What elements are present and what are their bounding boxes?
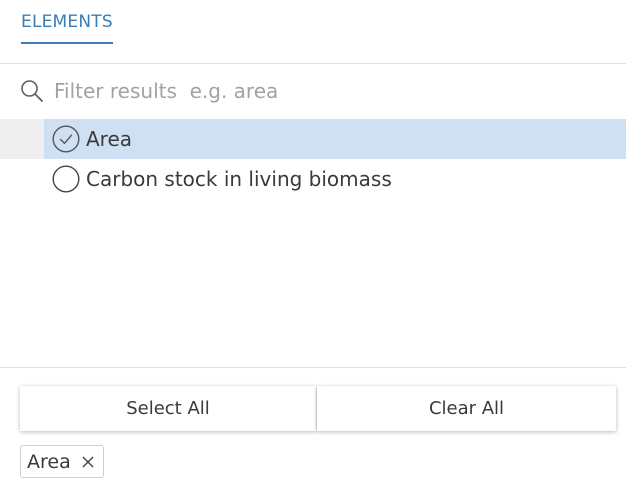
search-icon bbox=[21, 80, 43, 102]
filter-input[interactable] bbox=[54, 76, 594, 106]
results-list: Area Carbon stock in living biomass bbox=[0, 119, 626, 368]
check-circle-icon[interactable] bbox=[52, 125, 80, 153]
close-icon[interactable] bbox=[81, 455, 95, 469]
list-item-label: Carbon stock in living biomass bbox=[86, 167, 392, 191]
clear-all-button[interactable]: Clear All bbox=[317, 386, 616, 431]
select-all-button[interactable]: Select All bbox=[20, 386, 316, 431]
list-item-area[interactable]: Area bbox=[0, 119, 626, 159]
filter-bar bbox=[0, 64, 626, 119]
empty-circle-icon[interactable] bbox=[52, 165, 80, 193]
list-item-carbon-stock[interactable]: Carbon stock in living biomass bbox=[0, 159, 626, 199]
list-item-label: Area bbox=[86, 127, 133, 151]
tab-bar: ELEMENTS bbox=[0, 0, 626, 64]
tab-elements[interactable]: ELEMENTS bbox=[21, 11, 113, 44]
row-gutter bbox=[0, 119, 44, 159]
chip-label: Area bbox=[27, 450, 71, 473]
selected-chip: Area bbox=[20, 445, 104, 478]
